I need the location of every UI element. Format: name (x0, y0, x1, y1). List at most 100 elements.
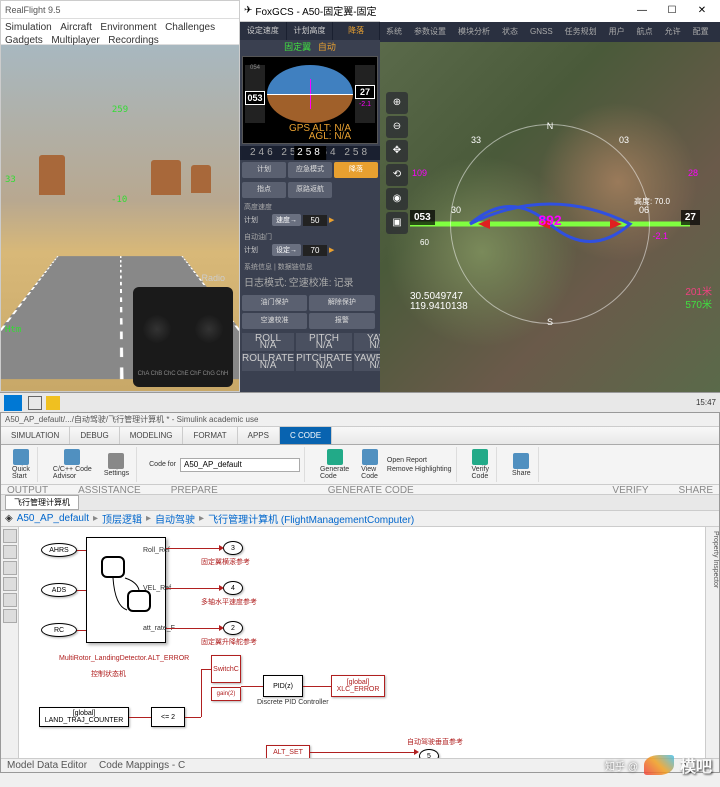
speed-set-button[interactable]: 速度→ (272, 214, 301, 226)
bc-2[interactable]: 自动驾驶 (155, 511, 195, 526)
outport-3[interactable]: 3 (223, 541, 243, 555)
view-code-button[interactable]: View Code (358, 449, 381, 480)
speed-play-icon[interactable]: ▶ (329, 216, 334, 224)
btn-land[interactable]: 降落 (334, 162, 378, 178)
btn-alarm[interactable]: 报警 (309, 313, 374, 329)
system-clock[interactable]: 15:47 (696, 398, 716, 407)
tb-status[interactable]: 状态 (496, 22, 524, 42)
outport-4[interactable]: 4 (223, 581, 243, 595)
inport-ads[interactable]: ADS (41, 583, 77, 597)
inport-ahrs[interactable]: AHRS (41, 543, 77, 557)
generate-code-button[interactable]: Generate Code (317, 449, 352, 480)
tool-3[interactable] (3, 561, 17, 575)
bc-3[interactable]: 飞行管理计算机 (FlightManagementComputer) (208, 511, 414, 526)
btn-unprotect[interactable]: 解除保护 (309, 295, 374, 311)
tool-4[interactable] (3, 577, 17, 591)
property-inspector-tab[interactable]: Property Inspector (705, 527, 719, 758)
verify-code-button[interactable]: Verify Code (469, 449, 493, 480)
bc-1[interactable]: 顶层逻辑 (102, 511, 142, 526)
tb-mission[interactable]: 任务规划 (559, 22, 603, 42)
radio-controller[interactable]: Radio ChA ChB ChC ChE ChF ChG ChH (133, 287, 233, 387)
remove-highlight-button[interactable]: Remove Highlighting (387, 466, 452, 473)
btn-plan[interactable]: 计划 (242, 162, 286, 178)
tb-module[interactable]: 模块分析 (452, 22, 496, 42)
tab-setspeed[interactable]: 设定速度 (240, 22, 287, 40)
gain-block[interactable]: gain(2) (211, 687, 241, 701)
tb-gnss[interactable]: GNSS (524, 22, 559, 42)
right-stick[interactable] (195, 315, 223, 343)
tb-system[interactable]: 系统 (380, 22, 408, 42)
share-button[interactable]: Share (509, 453, 534, 477)
tab-planalt[interactable]: 计划高度 (287, 22, 334, 40)
compare-block[interactable]: <= 2 (151, 707, 185, 727)
zoom-in-button[interactable]: ⊕ (386, 92, 408, 114)
tool-5[interactable] (3, 593, 17, 607)
tab-ccode[interactable]: C CODE (280, 427, 332, 444)
pan-button[interactable]: ✥ (386, 140, 408, 162)
outport-5[interactable]: 5 (419, 749, 439, 758)
tool-6[interactable] (3, 609, 17, 623)
tab-format[interactable]: FORMAT (183, 427, 237, 444)
layer-button[interactable]: ▣ (386, 212, 408, 234)
inport-rc[interactable]: RC (41, 623, 77, 637)
signal-line (303, 686, 331, 687)
maximize-button[interactable]: ☐ (658, 2, 686, 20)
btn-emergency[interactable]: 应急模式 (288, 162, 332, 178)
tab-debug[interactable]: DEBUG (70, 427, 119, 444)
menu-challenges[interactable]: Challenges (165, 22, 215, 33)
open-report-button[interactable]: Open Report (387, 457, 452, 464)
speed-value-input[interactable]: 50 (303, 215, 327, 226)
close-button[interactable]: ✕ (688, 2, 716, 20)
tab-land[interactable]: 降落 (333, 22, 380, 40)
compass-tick: 03 (619, 135, 629, 145)
throttle-set-button[interactable]: 设定→ (272, 244, 301, 256)
simulink-canvas[interactable]: Property Inspector AHRS ADS RC Roll_Ref … (1, 527, 719, 758)
tb-cfg[interactable]: 配置 (687, 22, 715, 42)
btn-airspd-cal[interactable]: 空速校准 (242, 313, 307, 329)
tab-modeling[interactable]: MODELING (120, 427, 184, 444)
tb-allow[interactable]: 允许 (659, 22, 687, 42)
switch-block[interactable]: SwitchC (211, 655, 241, 683)
windows-taskbar[interactable]: 15:47 (0, 392, 720, 412)
xlc-error-block[interactable]: [global] XLC_ERROR (331, 675, 385, 697)
codefor-input[interactable] (180, 458, 300, 472)
menu-environment[interactable]: Environment (100, 22, 156, 33)
model-tab[interactable]: 飞行管理计算机 (5, 495, 79, 510)
center-button[interactable]: ◉ (386, 188, 408, 210)
tool-1[interactable] (3, 529, 17, 543)
start-button[interactable] (4, 395, 22, 411)
explorer-icon[interactable] (46, 396, 60, 410)
quick-start-button[interactable]: Quick Start (9, 449, 33, 480)
task-icon[interactable] (28, 396, 42, 410)
minimize-button[interactable]: — (628, 2, 656, 20)
tab-apps[interactable]: APPS (238, 427, 280, 444)
tb-wp[interactable]: 航点 (631, 22, 659, 42)
btn-thr-protect[interactable]: 油门保护 (242, 295, 307, 311)
status-mde[interactable]: Model Data Editor (7, 760, 87, 771)
code-advisor-button[interactable]: C/C++ Code Advisor (50, 449, 95, 480)
from-multirotor[interactable]: MultiRotor_LandingDetector.ALT_ERROR (59, 655, 189, 662)
sys-label: 系统信息 | 数据链信息 (244, 262, 376, 272)
left-stick[interactable] (143, 315, 171, 343)
rotate-button[interactable]: ⟲ (386, 164, 408, 186)
pid-block[interactable]: PID(z) (263, 675, 303, 697)
throttle-value-input[interactable]: 70 (303, 245, 327, 256)
tb-user[interactable]: 用户 (603, 22, 631, 42)
tab-simulation[interactable]: SIMULATION (1, 427, 70, 444)
bc-root[interactable]: A50_AP_default (17, 513, 89, 524)
alt-set-block[interactable]: ALT_SET (266, 745, 310, 758)
menu-simulation[interactable]: Simulation (5, 22, 52, 33)
settings-button[interactable]: Settings (101, 453, 132, 477)
outport-2[interactable]: 2 (223, 621, 243, 635)
tb-params[interactable]: 参数设置 (408, 22, 452, 42)
tool-2[interactable] (3, 545, 17, 559)
zoom-out-button[interactable]: ⊖ (386, 116, 408, 138)
throttle-play-icon[interactable]: ▶ (329, 246, 334, 254)
satellite-map[interactable]: ⊕ ⊖ ✥ ⟲ ◉ ▣ N S 33 03 06 30 (380, 42, 720, 392)
status-codemap[interactable]: Code Mappings - C (99, 760, 185, 771)
menu-aircraft[interactable]: Aircraft (60, 22, 92, 33)
btn-rtl[interactable]: 原路返航 (288, 182, 332, 198)
realflight-viewport[interactable]: 259 33 -10 Htm Radio ChA ChB ChC ChE ChF… (1, 45, 239, 391)
from-land-traj[interactable]: [global] LAND_TRAJ_COUNTER (39, 707, 129, 727)
btn-goto[interactable]: 指点 (242, 182, 286, 198)
